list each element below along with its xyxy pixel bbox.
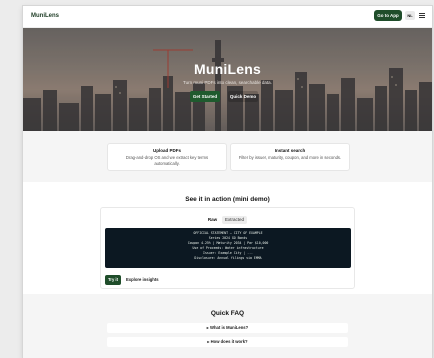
feature-text: Drag-and-drop OS and we extract key term… [125, 155, 209, 166]
terminal-line: Disclosure: Annual filings via EMMA [194, 256, 262, 260]
go-to-app-button[interactable]: Go to App [374, 10, 402, 21]
faq-item-how[interactable]: ▸ How does it work? [107, 337, 348, 347]
hero-section: MuniLens Turn muni PDFs into clean, sear… [23, 28, 432, 131]
demo-title: See it in action (mini demo) [185, 196, 270, 203]
demo-panel: Raw Extracted OFFICIAL STATEMENT — CITY … [100, 207, 355, 289]
feature-title: Upload PDFs [152, 148, 181, 153]
tab-raw[interactable]: Raw [205, 216, 220, 224]
feature-card-upload: Upload PDFs Drag-and-drop OS and we extr… [107, 143, 227, 171]
feature-title: Instant search [274, 148, 306, 153]
top-nav: MuniLens Go to App NL [23, 6, 432, 28]
hero-subtitle: Turn muni PDFs into clean, searchable da… [183, 80, 272, 85]
tab-extracted[interactable]: Extracted [222, 216, 247, 224]
demo-section: See it in action (mini demo) Raw Extract… [23, 182, 432, 294]
hero-title: MuniLens [194, 61, 261, 77]
hamburger-menu-icon[interactable] [419, 13, 425, 18]
language-toggle[interactable]: NL [405, 11, 415, 20]
features-section: Upload PDFs Drag-and-drop OS and we extr… [23, 131, 432, 182]
brand-logo[interactable]: MuniLens [31, 13, 59, 19]
browser-window: MuniLens Go to App NL MuniLens Turn muni… [23, 6, 432, 358]
faq-section: Quick FAQ ▸ What is MuniLens? ▸ How does… [23, 294, 432, 358]
try-it-button[interactable]: Try it [105, 275, 121, 285]
feature-card-search: Instant search Filter by issuer, maturit… [230, 143, 350, 171]
get-started-button[interactable]: Get Started [190, 91, 220, 102]
quick-demo-button[interactable]: Quick Demo [228, 91, 258, 102]
terminal-preview: OFFICIAL STATEMENT — CITY OF EXAMPLE Ser… [105, 228, 351, 268]
explore-insights-link[interactable]: Explore insights [126, 275, 159, 285]
faq-title: Quick FAQ [210, 310, 245, 317]
faq-item-what[interactable]: ▸ What is MuniLens? [107, 323, 348, 333]
feature-text: Filter by issuer, maturity, coupon, and … [238, 155, 342, 160]
